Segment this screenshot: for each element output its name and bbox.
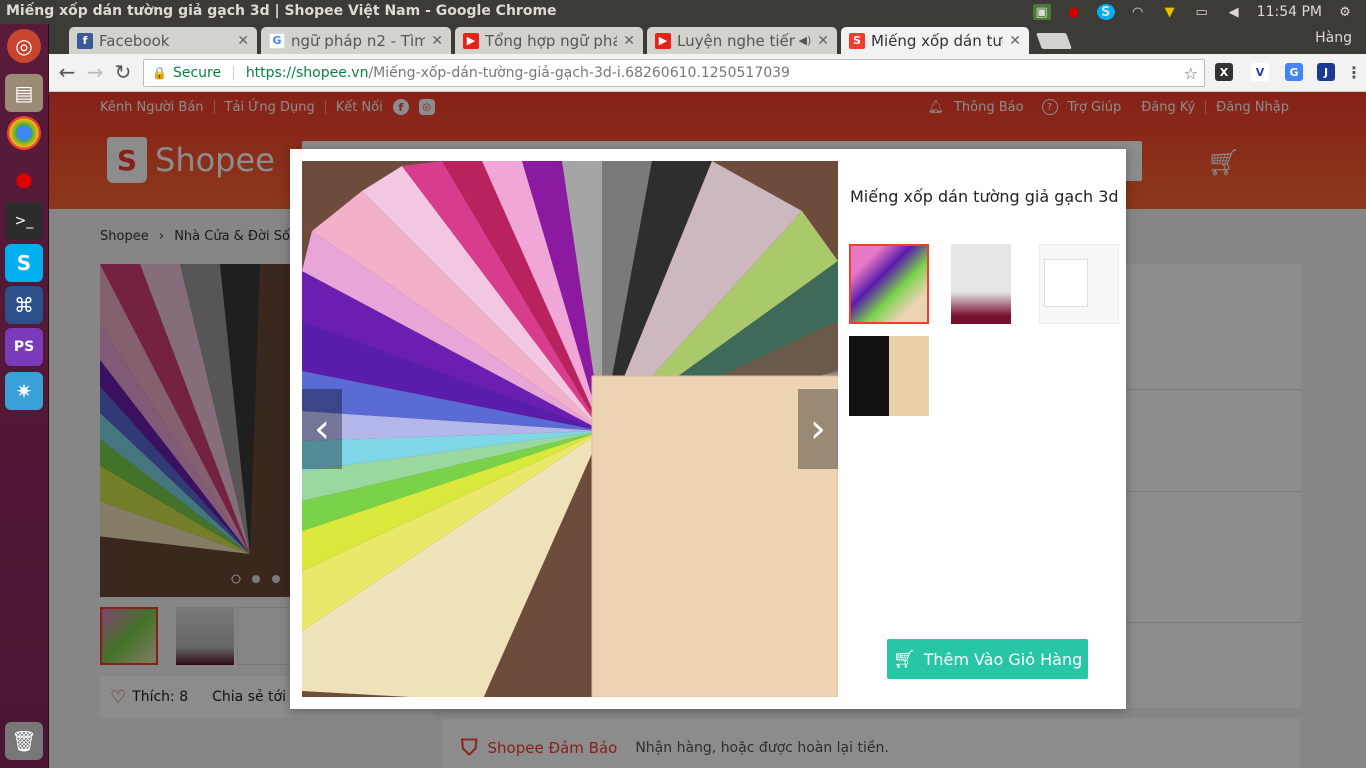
extension-j-icon[interactable]: J	[1317, 63, 1335, 81]
network-icon[interactable]: ▼	[1161, 4, 1179, 20]
close-icon[interactable]: ✕	[431, 33, 443, 49]
add-to-cart-label: Thêm Vào Giỏ Hàng	[923, 649, 1083, 669]
browser-toolbar: ← → ↻ 🔒 Secure | https://shopee.vn/Miếng-…	[49, 54, 1366, 92]
battery-icon[interactable]: ▭	[1193, 4, 1211, 20]
tab-youtube-2[interactable]: ▶ Luyện nghe tiến ◀) ✕	[647, 27, 837, 54]
chrome-window: f Facebook ✕ G ngữ pháp n2 - Tìm v ✕ ▶ T…	[49, 24, 1366, 92]
extension-v-icon[interactable]: V	[1251, 63, 1269, 81]
shopee-page: Kênh Người Bán Tải Ứng Dụng Kết Nối f ◎ …	[49, 92, 1366, 768]
divider: |	[231, 65, 236, 81]
modal-product-title: Miếng xốp dán tường giả gạch 3d	[850, 187, 1119, 206]
trash-icon[interactable]: 🗑	[5, 722, 43, 760]
address-bar[interactable]: 🔒 Secure | https://shopee.vn/Miếng-xốp-dá…	[143, 59, 1205, 87]
thumbnail-panel-graphic	[1044, 259, 1088, 307]
window-title: Miếng xốp dán tường giả gạch 3d | Shopee…	[6, 3, 557, 19]
chevron-right-icon[interactable]: ›	[798, 389, 838, 469]
secure-indicator[interactable]: 🔒 Secure	[152, 65, 221, 81]
skype-launcher-icon[interactable]: S	[5, 244, 43, 282]
snap-icon[interactable]: ✷	[5, 372, 43, 410]
clock[interactable]: 11:54 PM	[1257, 4, 1322, 20]
youtube-icon: ▶	[655, 32, 671, 49]
system-tray: ▣ ● S ◠ ▼ ▭ ◀ 11:54 PM ⚙	[1032, 0, 1354, 24]
close-icon[interactable]: ✕	[1009, 33, 1021, 49]
secure-label: Secure	[172, 65, 222, 81]
gallery-thumbnail-2[interactable]	[951, 244, 1011, 324]
gallery-thumbnail-1[interactable]	[849, 244, 929, 324]
close-icon[interactable]: ✕	[817, 33, 829, 49]
facebook-icon: f	[77, 32, 93, 49]
cherry-icon[interactable]: ●	[1065, 4, 1083, 20]
tab-google[interactable]: G ngữ pháp n2 - Tìm v ✕	[261, 27, 451, 54]
tab-strip: f Facebook ✕ G ngữ pháp n2 - Tìm v ✕ ▶ T…	[49, 24, 1366, 54]
vscode-icon[interactable]: ⌘	[5, 286, 43, 324]
tab-youtube-1[interactable]: ▶ Tổng hợp ngữ phá ✕	[455, 27, 643, 54]
audio-playing-icon: ◀)	[798, 34, 812, 47]
back-icon[interactable]: ←	[55, 60, 79, 84]
terminal-icon[interactable]: >_	[5, 202, 43, 240]
lock-icon: 🔒	[152, 66, 167, 80]
close-icon[interactable]: ✕	[623, 33, 635, 49]
chevron-left-icon[interactable]: ‹	[302, 389, 342, 469]
files-icon[interactable]: ▤	[5, 74, 43, 112]
unity-launcher: ◎ ▤ ● >_ S ⌘ PS ✷ 🗑	[0, 24, 49, 768]
cherry-app-icon[interactable]: ●	[5, 160, 43, 198]
product-photo-large	[302, 161, 838, 697]
tab-label: Luyện nghe tiến	[677, 31, 795, 50]
skype-icon[interactable]: S	[1096, 4, 1115, 20]
url-path: /Miếng-xốp-dán-tường-giả-gạch-3d-i.68260…	[368, 65, 790, 81]
reload-icon[interactable]: ↻	[111, 60, 135, 84]
tab-label: Tổng hợp ngữ phá	[485, 31, 618, 50]
wifi-icon[interactable]: ◠	[1129, 4, 1147, 20]
forward-icon[interactable]: →	[83, 60, 107, 84]
new-tab-button[interactable]	[1036, 33, 1072, 49]
bookmark-star-icon[interactable]: ☆	[1184, 64, 1198, 83]
tab-label: Facebook	[99, 31, 170, 50]
tab-label: Miếng xốp dán tườ	[871, 31, 1004, 50]
tab-label: ngữ pháp n2 - Tìm v	[291, 31, 426, 50]
url-prefix: https://shopee.vn	[245, 65, 369, 81]
tab-facebook[interactable]: f Facebook ✕	[69, 27, 257, 54]
google-translate-icon[interactable]: G	[1285, 63, 1303, 81]
gallery-main-image: ‹ ›	[302, 161, 838, 697]
ubuntu-dash-icon[interactable]: ◎	[7, 29, 41, 63]
url-text: https://shopee.vn/Miếng-xốp-dán-tường-gi…	[246, 65, 790, 81]
phpstorm-icon[interactable]: PS	[5, 328, 43, 366]
terminal-indicator-icon[interactable]: ▣	[1032, 4, 1051, 20]
profile-name[interactable]: Hàng	[1315, 30, 1352, 46]
extension-x-icon[interactable]: X	[1215, 63, 1233, 81]
volume-icon[interactable]: ◀	[1225, 4, 1243, 20]
add-to-cart-button[interactable]: 🛒︎ Thêm Vào Giỏ Hàng	[887, 639, 1088, 679]
shopee-icon: S	[849, 32, 865, 49]
gallery-thumbnail-4[interactable]	[849, 336, 929, 416]
google-icon: G	[269, 32, 285, 49]
chrome-icon[interactable]	[7, 116, 41, 150]
tab-shopee[interactable]: S Miếng xốp dán tườ ✕	[841, 27, 1029, 54]
settings-gear-icon[interactable]: ⚙	[1336, 4, 1354, 20]
close-icon[interactable]: ✕	[237, 33, 249, 49]
gallery-thumbnail-3[interactable]	[1039, 244, 1119, 324]
menu-icon[interactable]: ⋮	[1345, 63, 1363, 82]
top-panel: Miếng xốp dán tường giả gạch 3d | Shopee…	[0, 0, 1366, 24]
image-gallery-modal: ‹ › Miếng xốp dán tường giả gạch 3d 🛒︎ T…	[290, 149, 1126, 709]
youtube-icon: ▶	[463, 32, 479, 49]
cart-plus-icon: 🛒︎	[892, 648, 916, 670]
